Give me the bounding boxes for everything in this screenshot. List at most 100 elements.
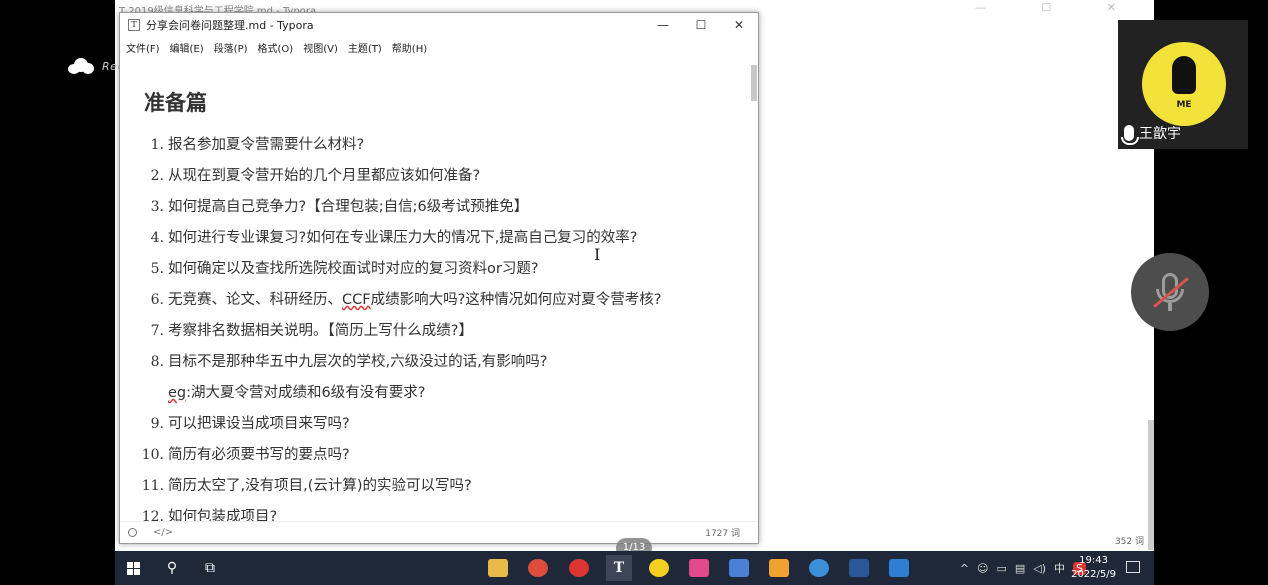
avatar: ME <box>1142 42 1226 126</box>
vertical-scrollbar[interactable] <box>751 65 757 101</box>
list-text: 目标不是那种华五中九层次的学校,六级没过的话,有影响吗? <box>168 354 548 370</box>
list-text: 考察排名数据相关说明。【简历上写什么成绩?】 <box>168 323 473 339</box>
music-app-icon[interactable] <box>566 555 592 581</box>
participant-name: 王歆宇 <box>1139 126 1181 142</box>
start-button[interactable] <box>120 555 146 581</box>
system-tray: ^ ☺ ▭ ▤ ◁) 中 S <box>960 560 1086 576</box>
menu-edit[interactable]: 编辑(E) <box>170 40 204 55</box>
editor-content[interactable]: 准备篇 1. 报名参加夏令营需要什么材料? 2. 从现在到夏令营开始的几个月里都应该… <box>120 57 758 521</box>
list-item: 4. 如何进行专业课复习?如何在专业课压力大的情况下,提高自己复习的效率? <box>140 226 720 257</box>
list-number: 5. <box>150 261 164 277</box>
list-item: 6. 无竞赛、论文、科研经历、 CCF 成绩影响大吗?这种情况如何应对夏令营考核? <box>140 288 720 319</box>
list-text: 可以把课设当成项目来写吗? <box>168 416 350 432</box>
list-text: 如何确定以及查找所选院校面试时对应的复习资料or习题? <box>168 261 539 277</box>
list-number: 10. <box>141 447 164 463</box>
notification-icon[interactable] <box>1126 561 1140 573</box>
list-text: 从现在到夏令营开始的几个月里都应该如何准备? <box>168 168 481 184</box>
window-app-icon[interactable] <box>766 555 792 581</box>
list-sub-text: :湖大夏令营对成绩和6级有没有要求? <box>186 385 426 401</box>
taskbar: ⚲ ⧉ T ^ ☺ ▭ ▤ ◁) 中 S 19:43 2022/5/9 <box>115 551 1154 585</box>
chevron-up-icon[interactable]: ^ <box>960 562 969 575</box>
network-icon[interactable]: ▤ <box>1015 562 1025 575</box>
window-title: 分享会问卷问题整理.md - Typora <box>146 19 314 32</box>
visual-studio-icon[interactable] <box>726 555 752 581</box>
qq-icon[interactable] <box>646 555 672 581</box>
task-view-icon[interactable]: ⧉ <box>197 555 223 581</box>
menu-format[interactable]: 格式(O) <box>258 40 294 55</box>
list-number: 12. <box>141 509 164 521</box>
file-explorer-icon[interactable] <box>485 555 511 581</box>
intellij-icon[interactable] <box>686 555 712 581</box>
list-text: 如何包装成项目? <box>168 509 278 521</box>
background-window-controls[interactable]: — ☐ ✕ <box>975 1 1142 14</box>
clock[interactable]: 19:43 2022/5/9 <box>1071 554 1116 582</box>
list-sub-line: eg:湖大夏令营对成绩和6级有没有要求? <box>140 381 720 412</box>
chrome-icon[interactable] <box>525 555 551 581</box>
status-bar: </> 1727 词 <box>120 521 758 543</box>
background-word-count: 352 词 <box>1114 537 1144 547</box>
list-item: 5. 如何确定以及查找所选院校面试时对应的复习资料or习题? <box>140 257 720 288</box>
list-number: 4. <box>150 230 164 246</box>
meeting-app-icon[interactable] <box>806 555 832 581</box>
windows-icon <box>126 561 140 575</box>
list-item: 11. 简历太空了,没有项目,(云计算)的实验可以写吗? <box>140 474 720 505</box>
list-item: 2. 从现在到夏令营开始的几个月里都应该如何准备? <box>140 164 720 195</box>
battery-icon[interactable]: ▭ <box>996 562 1006 575</box>
penguin-icon <box>1172 56 1196 94</box>
search-icon[interactable]: ⚲ <box>159 555 185 581</box>
list-text: 报名参加夏令营需要什么材料? <box>168 137 365 153</box>
title-bar[interactable]: T 分享会问卷问题整理.md - Typora — ☐ ✕ <box>120 13 758 37</box>
list-text: 简历有必须要书写的要点吗? <box>168 447 350 463</box>
avatar-text: ME <box>1176 100 1192 110</box>
menu-file[interactable]: 文件(F) <box>126 40 160 55</box>
menu-view[interactable]: 视图(V) <box>303 40 338 55</box>
typora-window[interactable]: T 分享会问卷问题整理.md - Typora — ☐ ✕ 文件(F) 编辑(E… <box>119 12 759 544</box>
mute-button[interactable] <box>1131 253 1209 331</box>
microphone-stem <box>1168 303 1172 311</box>
list-text: 如何提高自己竞争力?【合理包装;自信;6级考试预推免】 <box>168 199 529 215</box>
microphone-icon <box>1121 125 1139 145</box>
minimize-button[interactable]: — <box>644 13 682 37</box>
list-item: 7. 考察排名数据相关说明。【简历上写什么成绩?】 <box>140 319 720 350</box>
list-item: 9. 可以把课设当成项目来写吗? <box>140 412 720 443</box>
clock-date: 2022/5/9 <box>1071 569 1116 580</box>
participant-name-bar: 王歆宇 <box>1121 123 1181 145</box>
document-heading: 准备篇 <box>144 91 207 115</box>
list-text: 简历太空了,没有项目,(云计算)的实验可以写吗? <box>168 478 472 494</box>
list-item: 10. 简历有必须要书写的要点吗? <box>140 443 720 474</box>
menu-bar: 文件(F) 编辑(E) 段落(P) 格式(O) 视图(V) 主题(T) 帮助(H… <box>120 37 758 57</box>
list-number: 2. <box>150 168 164 184</box>
volume-icon[interactable]: ◁) <box>1033 562 1046 575</box>
word-count[interactable]: 1727 词 <box>705 526 740 539</box>
list-number: 11. <box>141 478 164 494</box>
ime-indicator[interactable]: 中 <box>1054 560 1065 576</box>
list-text-pre: 无竞赛、论文、科研经历、 <box>168 292 342 308</box>
source-mode-button[interactable]: </> <box>153 527 173 538</box>
people-icon[interactable]: ☺ <box>977 562 988 575</box>
clock-time: 19:43 <box>1079 555 1108 566</box>
list-item: 12. 如何包装成项目? <box>140 505 720 521</box>
maximize-button[interactable]: ☐ <box>682 13 720 37</box>
background-scrollbar[interactable] <box>1148 420 1154 550</box>
outline-toggle-icon[interactable] <box>128 528 137 537</box>
menu-paragraph[interactable]: 段落(P) <box>214 40 248 55</box>
typora-taskbar-icon[interactable]: T <box>606 555 632 581</box>
participant-video-tile[interactable]: ME 王歆宇 <box>1118 20 1248 149</box>
menu-help[interactable]: 帮助(H) <box>392 40 427 55</box>
menu-theme[interactable]: 主题(T) <box>348 40 382 55</box>
list-item: 1. 报名参加夏令营需要什么材料? <box>140 133 720 164</box>
question-list: 1. 报名参加夏令营需要什么材料? 2. 从现在到夏令营开始的几个月里都应该如何准备… <box>140 133 720 521</box>
screen: T 2019级信息科学与工程学院.md - Typora — ☐ ✕ 352 词… <box>0 0 1268 585</box>
list-number: 9. <box>150 416 164 432</box>
text-cursor-icon: I <box>594 245 601 264</box>
photos-icon[interactable] <box>886 555 912 581</box>
cloud-icon <box>68 58 94 74</box>
list-number: 1. <box>150 137 164 153</box>
list-number: 8. <box>150 354 164 370</box>
window-controls: — ☐ ✕ <box>644 13 758 37</box>
spellcheck-word: CCF <box>342 292 371 308</box>
word-icon[interactable] <box>846 555 872 581</box>
list-item: 3. 如何提高自己竞争力?【合理包装;自信;6级考试预推免】 <box>140 195 720 226</box>
close-button[interactable]: ✕ <box>720 13 758 37</box>
list-item: 8. 目标不是那种华五中九层次的学校,六级没过的话,有影响吗? <box>140 350 720 381</box>
